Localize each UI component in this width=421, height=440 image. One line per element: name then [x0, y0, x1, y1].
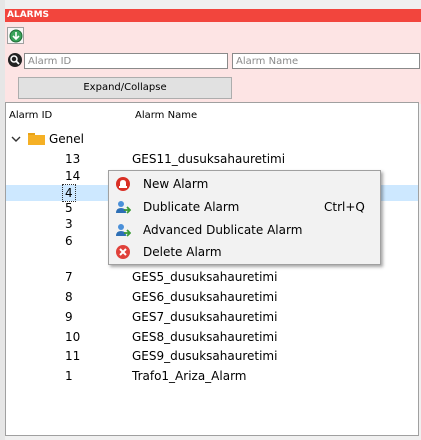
- tree-group-genel[interactable]: Genel: [6, 131, 418, 147]
- row-alarm-name: GES7_dusuksahauretimi: [132, 310, 278, 324]
- search-icon[interactable]: [8, 53, 22, 67]
- row-alarm-id: 6: [65, 234, 73, 248]
- row-alarm-id: 9: [65, 310, 73, 324]
- row-alarm-name: GES9_dusuksahauretimi: [132, 349, 278, 363]
- menu-item-advanced-duplicate-alarm[interactable]: Advanced Dublicate Alarm: [110, 219, 379, 241]
- row-alarm-id: 10: [65, 330, 81, 344]
- menu-item-duplicate-alarm[interactable]: Dublicate Alarm Ctrl+Q: [110, 196, 379, 218]
- tree-row[interactable]: 7 GES5_dusuksahauretimi: [6, 269, 418, 285]
- expand-collapse-button[interactable]: Expand/Collapse: [18, 77, 232, 99]
- menu-item-delete-alarm[interactable]: Delete Alarm: [110, 241, 379, 263]
- tree-row[interactable]: 11 GES9_dusuksahauretimi: [6, 348, 418, 364]
- menu-item-new-alarm[interactable]: New Alarm: [110, 173, 379, 195]
- row-alarm-name: GES11_dusuksahauretimi: [132, 152, 286, 166]
- alarms-window: ALARMS Expand/Collapse Alarm ID Alarm Na…: [0, 0, 421, 440]
- tree-row[interactable]: 9 GES7_dusuksahauretimi: [6, 309, 418, 325]
- menu-item-label: Dublicate Alarm: [143, 200, 240, 214]
- row-alarm-name: GES6_dusuksahauretimi: [132, 290, 278, 304]
- alarm-id-search-field[interactable]: [24, 53, 228, 69]
- alarms-header: ALARMS Expand/Collapse: [5, 9, 421, 104]
- menu-item-label: New Alarm: [143, 177, 209, 191]
- context-menu: New Alarm Dublicate Alarm Ctrl+Q Advance…: [108, 170, 381, 265]
- tree-row[interactable]: 8 GES6_dusuksahauretimi: [6, 289, 418, 305]
- row-alarm-name: Trafo1_Ariza_Alarm: [132, 369, 247, 383]
- row-alarm-id: 8: [65, 290, 73, 304]
- folder-icon: [28, 133, 45, 145]
- chevron-down-icon[interactable]: [11, 134, 21, 144]
- tree-row[interactable]: 1 Trafo1_Ariza_Alarm: [6, 368, 418, 384]
- alarm-tree[interactable]: Alarm ID Alarm Name Genel 13 GES11_dusuk…: [5, 102, 419, 436]
- tree-row[interactable]: 13 GES11_dusuksahauretimi: [6, 151, 418, 167]
- expand-tree-icon[interactable]: [7, 27, 24, 44]
- alarm-name-search-field[interactable]: [232, 53, 420, 69]
- row-alarm-id: 1: [65, 369, 73, 383]
- menu-item-shortcut: Ctrl+Q: [324, 200, 365, 214]
- row-alarm-id: 11: [65, 349, 81, 363]
- menu-item-label: Advanced Dublicate Alarm: [143, 223, 303, 237]
- panel-title: ALARMS: [5, 9, 421, 22]
- row-alarm-id: 7: [65, 270, 73, 284]
- row-alarm-name: GES5_dusuksahauretimi: [132, 270, 278, 284]
- menu-item-label: Delete Alarm: [143, 245, 222, 259]
- duplicate-icon: [116, 201, 131, 214]
- delete-icon: [116, 245, 130, 259]
- column-header-alarm-id[interactable]: Alarm ID: [9, 110, 52, 121]
- row-alarm-id: 14: [65, 169, 81, 183]
- column-header-alarm-name[interactable]: Alarm Name: [135, 110, 197, 121]
- row-alarm-id: 5: [65, 201, 73, 215]
- tree-header: Alarm ID Alarm Name: [6, 103, 418, 127]
- advanced-duplicate-icon: [116, 224, 131, 237]
- row-alarm-id: 3: [65, 217, 73, 231]
- row-alarm-id: 13: [65, 152, 81, 166]
- group-label: Genel: [49, 132, 85, 146]
- new-alarm-icon: [116, 177, 130, 191]
- row-alarm-id: 4: [62, 184, 76, 202]
- row-alarm-name: GES8_dusuksahauretimi: [132, 330, 278, 344]
- tree-row[interactable]: 10 GES8_dusuksahauretimi: [6, 329, 418, 345]
